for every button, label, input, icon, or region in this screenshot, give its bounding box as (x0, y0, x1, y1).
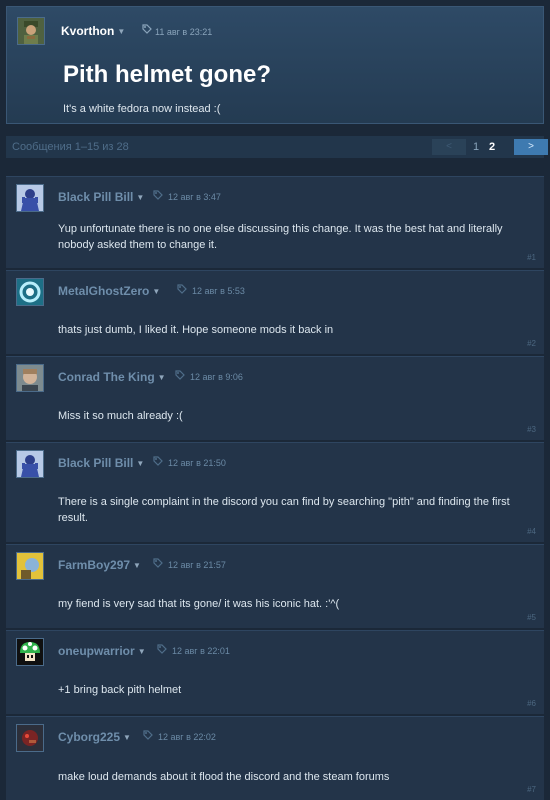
next-page-button[interactable]: > (514, 139, 548, 155)
author-name[interactable]: MetalGhostZero (58, 284, 149, 298)
chevron-down-icon[interactable]: ▼ (123, 733, 131, 742)
post-date: 12 авг в 5:53 (192, 286, 245, 296)
tag-icon (153, 456, 163, 466)
op-author[interactable]: Kvorthon ▼ (61, 24, 125, 38)
author-name[interactable]: Black Pill Bill (58, 190, 133, 204)
post-number[interactable]: #3 (527, 425, 536, 434)
avatar[interactable] (16, 724, 44, 752)
post-date: 12 авг в 21:57 (168, 560, 226, 570)
post-number[interactable]: #7 (527, 785, 536, 794)
op-date: 11 авг в 23:21 (155, 27, 213, 37)
chevron-down-icon[interactable]: ▼ (136, 459, 144, 468)
yellow-cartoon-icon (17, 553, 43, 579)
blue-figure-icon (17, 451, 43, 477)
author-name[interactable]: FarmBoy297 (58, 558, 130, 572)
tag-icon (157, 644, 167, 654)
soldier-avatar-icon (18, 18, 44, 44)
post-date: 12 авг в 9:06 (190, 372, 243, 382)
op-author-name[interactable]: Kvorthon (61, 24, 114, 38)
avatar[interactable] (16, 364, 44, 392)
tag-icon (177, 284, 187, 294)
tag-icon (153, 190, 163, 200)
author-name[interactable]: Conrad The King (58, 370, 155, 384)
red-cyborg-icon (17, 725, 43, 751)
author-link[interactable]: Conrad The King ▼ (58, 370, 166, 384)
post-text: my fiend is very sad that its gone/ it w… (58, 598, 340, 610)
pagination-bar: Сообщения 1–15 из 28 < 1 2 > (6, 136, 548, 158)
tag-icon (143, 730, 153, 740)
post-text: Miss it so much already :( (58, 410, 183, 422)
chevron-down-icon[interactable]: ▼ (152, 287, 160, 296)
reply-post: Black Pill Bill ▼ 12 авг в 21:50 There is… (6, 442, 544, 542)
author-name[interactable]: oneupwarrior (58, 644, 135, 658)
post-text: Yup unfortunate there is no one else dis… (58, 223, 503, 251)
page-link-1[interactable]: 1 (473, 139, 479, 155)
reply-post: MetalGhostZero ▼ 12 авг в 5:53 thats just… (6, 270, 544, 354)
post-text: There is a single complaint in the disco… (58, 496, 510, 524)
post-text: thats just dumb, I liked it. Hope someon… (58, 324, 334, 336)
author-name[interactable]: Black Pill Bill (58, 456, 133, 470)
reply-post: Black Pill Bill ▼ 12 авг в 3:47 Yup unfor… (6, 176, 544, 268)
post-number[interactable]: #4 (527, 527, 536, 536)
chevron-down-icon[interactable]: ▼ (138, 647, 146, 656)
prev-page-button[interactable]: < (432, 139, 466, 155)
chevron-down-icon[interactable]: ▼ (117, 27, 125, 36)
topic-header: Kvorthon ▼ 11 авг в 23:21 Pith helmet gon… (6, 6, 544, 124)
reply-post: Conrad The King ▼ 12 авг в 9:06 Miss it s… (6, 356, 544, 440)
post-number[interactable]: #2 (527, 339, 536, 348)
author-link[interactable]: Black Pill Bill ▼ (58, 456, 144, 470)
face-photo-icon (17, 365, 43, 391)
post-date: 12 авг в 3:47 (168, 192, 221, 202)
avatar[interactable] (16, 552, 44, 580)
reply-post: oneupwarrior ▼ 12 авг в 22:01 +1 bring ba… (6, 630, 544, 714)
avatar[interactable] (16, 278, 44, 306)
chevron-down-icon[interactable]: ▼ (133, 561, 141, 570)
author-name[interactable]: Cyborg225 (58, 730, 120, 744)
author-link[interactable]: oneupwarrior ▼ (58, 644, 146, 658)
op-avatar[interactable] (17, 17, 45, 45)
post-date: 12 авг в 21:50 (168, 458, 226, 468)
tag-icon (175, 370, 185, 380)
chevron-down-icon[interactable]: ▼ (136, 193, 144, 202)
avatar[interactable] (16, 450, 44, 478)
post-count: Сообщения 1–15 из 28 (12, 141, 129, 153)
author-link[interactable]: Black Pill Bill ▼ (58, 190, 144, 204)
author-link[interactable]: Cyborg225 ▼ (58, 730, 131, 744)
blue-ring-icon (17, 279, 43, 305)
page-title: Pith helmet gone? (63, 61, 272, 88)
post-number[interactable]: #5 (527, 613, 536, 622)
avatar[interactable] (16, 638, 44, 666)
tag-icon (142, 24, 152, 34)
chevron-down-icon[interactable]: ▼ (158, 373, 166, 382)
post-text: make loud demands about it flood the dis… (58, 771, 390, 783)
reply-post: Cyborg225 ▼ 12 авг в 22:02 make loud dema… (6, 716, 544, 800)
author-link[interactable]: MetalGhostZero ▼ (58, 284, 160, 298)
green-mushroom-icon (17, 639, 43, 665)
avatar[interactable] (16, 184, 44, 212)
post-number[interactable]: #6 (527, 699, 536, 708)
op-body: It's a white fedora now instead :( (63, 103, 221, 115)
tag-icon (153, 558, 163, 568)
post-text: +1 bring back pith helmet (58, 684, 182, 696)
author-link[interactable]: FarmBoy297 ▼ (58, 558, 141, 572)
reply-post: FarmBoy297 ▼ 12 авг в 21:57 my fiend is v… (6, 544, 544, 628)
post-date: 12 авг в 22:02 (158, 732, 216, 742)
blue-figure-icon (17, 185, 43, 211)
post-number[interactable]: #1 (527, 253, 536, 262)
post-date: 12 авг в 22:01 (172, 646, 230, 656)
page-current-2[interactable]: 2 (489, 139, 495, 155)
